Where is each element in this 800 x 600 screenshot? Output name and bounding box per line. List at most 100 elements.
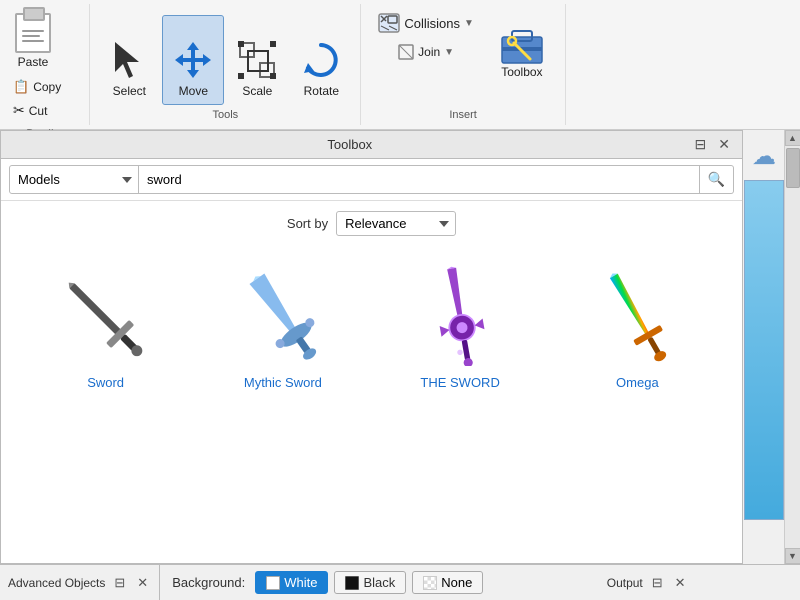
tools-group: Select Move	[90, 4, 361, 125]
advanced-objects-close-button[interactable]: ✕	[134, 574, 151, 592]
items-grid: Sword	[1, 242, 742, 415]
toolbox-search-row: ModelsMeshesPluginsAudioImagesVideos 🔍	[1, 159, 742, 201]
item-card-the-sword[interactable]: THE SWORD	[380, 252, 540, 399]
join-button[interactable]: Join ▼	[391, 40, 461, 64]
white-background-button[interactable]: White	[255, 571, 328, 594]
toolbox-header-buttons: ⊟ ✕	[691, 135, 734, 154]
scroll-thumb[interactable]	[786, 148, 800, 188]
join-label: Join	[418, 45, 440, 59]
collisions-join-section: Collisions ▼ Join ▼	[369, 8, 483, 64]
clipboard-inner: Paste 📋 Copy ✂ Cut ⧉ Duplicate	[8, 8, 81, 145]
select-button[interactable]: Select	[98, 15, 160, 105]
collisions-dropdown-arrow[interactable]: ▼	[464, 18, 474, 29]
scale-label: Scale	[242, 84, 272, 98]
insert-inner: Collisions ▼ Join ▼	[369, 8, 557, 105]
sort-select[interactable]: RelevanceMost FavoritedMost VisitedMost …	[336, 211, 456, 236]
cut-label: Cut	[29, 104, 48, 118]
paste-line-3	[22, 40, 44, 42]
black-background-button[interactable]: Black	[334, 571, 406, 594]
scrollbar: ▲ ▼	[784, 130, 800, 564]
cut-button[interactable]: ✂ Cut	[8, 99, 81, 122]
paste-button[interactable]: Paste	[8, 8, 58, 74]
copy-icon: 📋	[13, 79, 29, 95]
output-section: Output ⊟ ✕	[495, 574, 800, 592]
scroll-up-icon: ▲	[788, 133, 797, 143]
mythic-image	[218, 261, 348, 371]
sword-image	[41, 261, 171, 371]
rotate-icon	[301, 40, 341, 80]
cloud-area: ☁	[744, 136, 784, 176]
toolbox-pin-button[interactable]: ⊟	[691, 135, 711, 154]
item-card-omega[interactable]: Omega	[557, 252, 717, 399]
scale-button[interactable]: Scale	[226, 15, 288, 105]
status-bar: Advanced Objects ⊟ ✕ Background: White B…	[0, 564, 800, 600]
toolbox-label: Toolbox	[501, 65, 542, 79]
toolbox-title: Toolbox	[9, 137, 691, 152]
the-sword-name: THE SWORD	[420, 375, 499, 390]
toolbox-panel: Toolbox ⊟ ✕ ModelsMeshesPluginsAudioImag…	[0, 130, 743, 564]
advanced-objects-pin-button[interactable]: ⊟	[111, 574, 128, 592]
toolbox-header: Toolbox ⊟ ✕	[1, 131, 742, 159]
omega-image	[572, 261, 702, 371]
select-label: Select	[113, 84, 146, 98]
copy-button[interactable]: 📋 Copy	[8, 76, 81, 98]
toolbox-button[interactable]: Toolbox	[487, 8, 557, 88]
toolbar-right	[566, 4, 800, 125]
join-dropdown-arrow[interactable]: ▼	[444, 47, 454, 58]
toolbar: Paste 📋 Copy ✂ Cut ⧉ Duplicate Clipboard	[0, 0, 800, 130]
none-swatch	[423, 576, 437, 590]
none-label: None	[441, 575, 472, 590]
paste-lines	[22, 30, 44, 42]
tools-label: Tools	[212, 105, 238, 121]
white-label: White	[284, 575, 317, 590]
move-label: Move	[179, 84, 208, 98]
paste-line-1	[22, 30, 44, 32]
copy-label: Copy	[33, 80, 61, 94]
sort-row: Sort by RelevanceMost FavoritedMost Visi…	[1, 201, 742, 242]
scale-icon	[237, 40, 277, 80]
paste-label: Paste	[18, 55, 49, 69]
item-card-sword[interactable]: Sword	[26, 252, 186, 399]
join-icon	[398, 44, 414, 60]
select-icon	[109, 40, 149, 80]
paste-icon	[15, 13, 51, 53]
insert-label: Insert	[449, 105, 477, 121]
output-label: Output	[607, 576, 643, 590]
search-icon: 🔍	[708, 171, 725, 187]
collisions-button[interactable]: Collisions ▼	[369, 8, 483, 38]
paste-line-2	[22, 35, 40, 37]
scissors-icon: ✂	[13, 102, 25, 119]
omega-name: Omega	[616, 375, 659, 390]
toolbox-close-button[interactable]: ✕	[714, 135, 734, 154]
search-input[interactable]	[139, 165, 700, 194]
move-button[interactable]: Move	[162, 15, 224, 105]
scroll-down-button[interactable]: ▼	[785, 548, 800, 564]
scroll-up-button[interactable]: ▲	[785, 130, 800, 146]
sword-name: Sword	[87, 375, 124, 390]
models-select[interactable]: ModelsMeshesPluginsAudioImagesVideos	[9, 165, 139, 194]
output-pin-button[interactable]: ⊟	[649, 574, 666, 592]
rotate-button[interactable]: Rotate	[290, 15, 352, 105]
background-label: Background:	[172, 575, 245, 590]
toolbox-icon	[498, 17, 546, 65]
black-swatch	[345, 576, 359, 590]
collisions-icon	[378, 13, 400, 33]
rotate-label: Rotate	[304, 84, 339, 98]
advanced-objects-label: Advanced Objects	[8, 576, 105, 590]
black-label: Black	[363, 575, 395, 590]
clipboard-group: Paste 📋 Copy ✂ Cut ⧉ Duplicate Clipboard	[0, 4, 90, 125]
right-panel-area	[744, 180, 784, 520]
move-icon	[173, 40, 213, 80]
output-close-button[interactable]: ✕	[672, 574, 689, 592]
search-button[interactable]: 🔍	[700, 165, 734, 194]
mythic-name: Mythic Sword	[244, 375, 322, 390]
scroll-down-icon: ▼	[788, 551, 797, 561]
advanced-objects-section: Advanced Objects ⊟ ✕	[0, 565, 160, 600]
collisions-label: Collisions	[404, 16, 460, 31]
tools-inner: Select Move	[98, 8, 352, 105]
the-sword-image	[395, 261, 525, 371]
item-card-mythic[interactable]: Mythic Sword	[203, 252, 363, 399]
sort-label: Sort by	[287, 216, 328, 231]
none-background-button[interactable]: None	[412, 571, 483, 594]
insert-group: Collisions ▼ Join ▼	[361, 4, 566, 125]
